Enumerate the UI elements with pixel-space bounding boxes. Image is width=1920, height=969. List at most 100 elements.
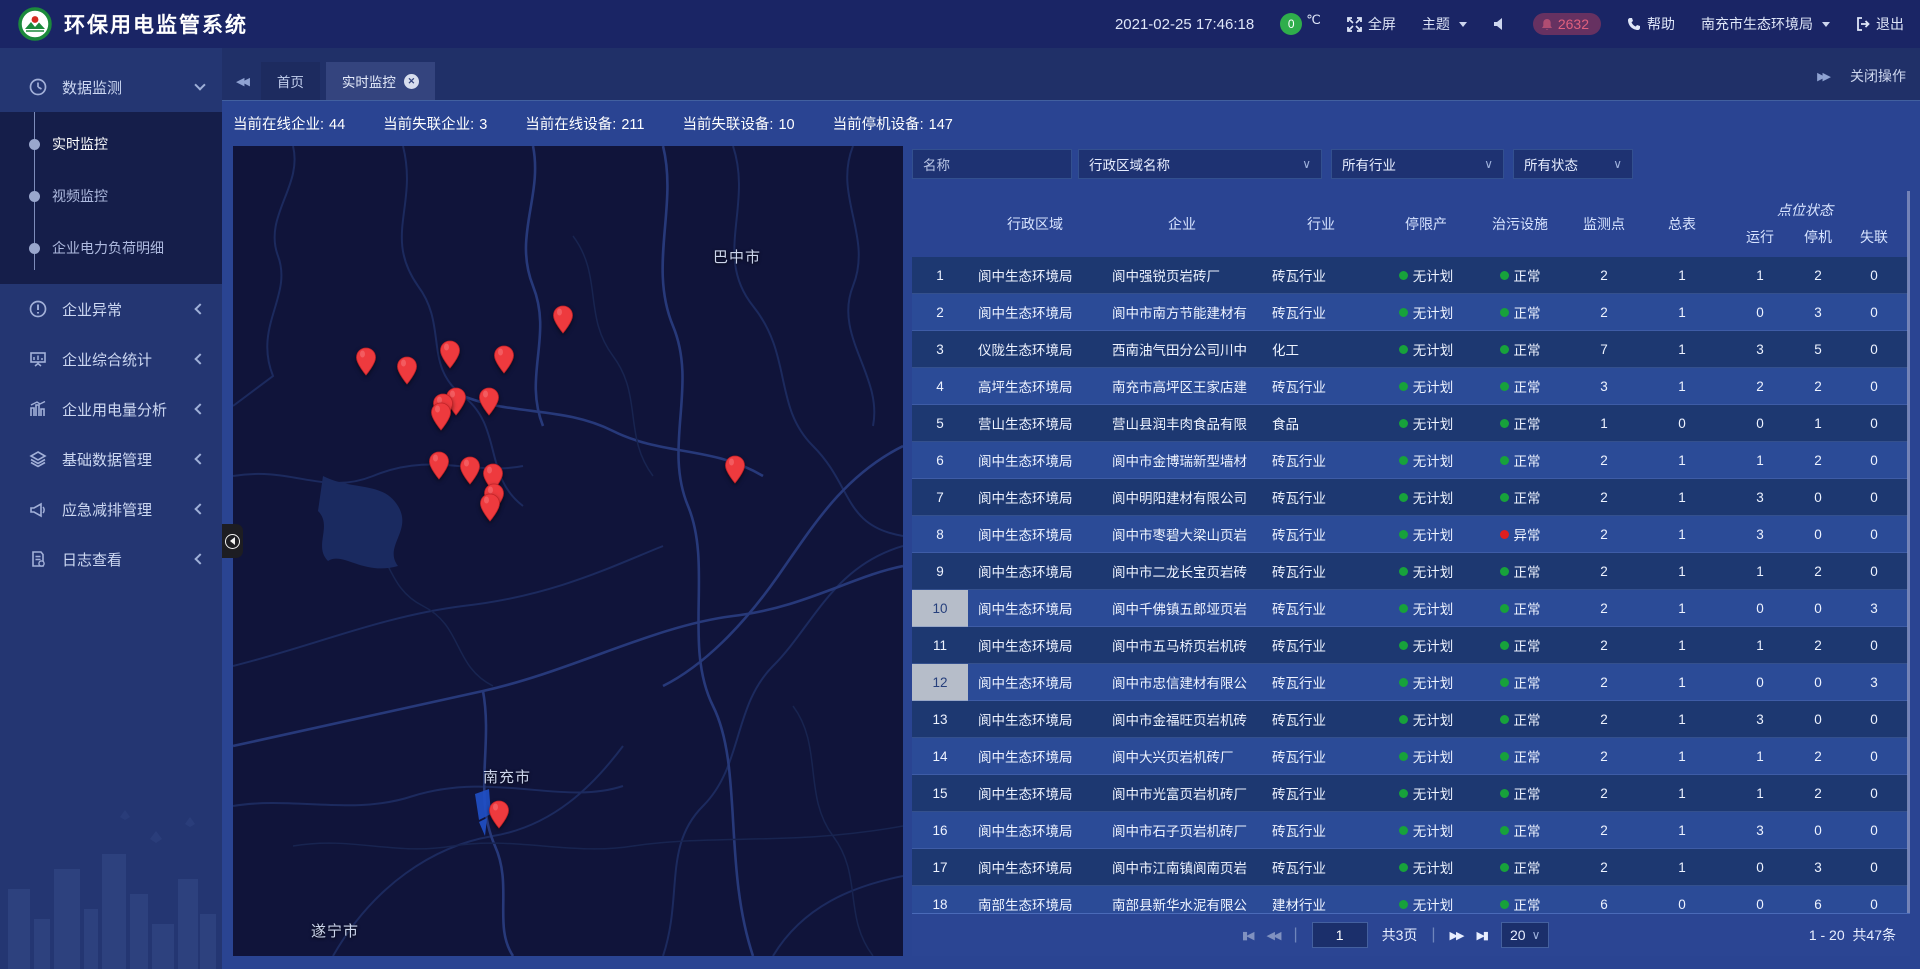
lost-cell: 3 <box>1840 664 1908 701</box>
table-row[interactable]: 1阆中生态环境局阆中强锐页岩砖厂砖瓦行业无计划正常21120 <box>912 257 1908 294</box>
map-pin-icon[interactable] <box>428 451 450 480</box>
sidebar-item-4[interactable]: 基础数据管理 <box>0 434 222 484</box>
map-collapse-handle[interactable] <box>222 524 243 558</box>
table-row[interactable]: 12阆中生态环境局阆中市忠信建材有限公砖瓦行业无计划正常21003 <box>912 664 1908 701</box>
table-row[interactable]: 3仪陇生态环境局西南油气田分公司川中化工无计划正常71350 <box>912 331 1908 368</box>
sidebar-item-2[interactable]: 企业综合统计 <box>0 334 222 384</box>
run-cell: 1 <box>1724 442 1796 479</box>
sidebar-item-5[interactable]: 应急减排管理 <box>0 484 222 534</box>
stop-cell: 2 <box>1796 368 1840 405</box>
close-operations-button[interactable]: 关闭操作 <box>1850 66 1906 86</box>
status-text: 正常 <box>1514 561 1541 581</box>
map-pin-icon[interactable] <box>439 340 461 369</box>
table-row[interactable]: 2阆中生态环境局阆中市南方节能建材有砖瓦行业无计划正常21030 <box>912 294 1908 331</box>
sidebar-item-1[interactable]: 企业异常 <box>0 284 222 334</box>
table-row[interactable]: 15阆中生态环境局阆中市光富页岩机砖厂砖瓦行业无计划正常21120 <box>912 775 1908 812</box>
map-pin-icon[interactable] <box>724 455 746 484</box>
last-page-button[interactable]: ▶▮ <box>1476 929 1487 942</box>
tab-realtime-monitor[interactable]: 实时监控 ✕ <box>326 62 435 100</box>
stat-item: 当前在线设备:211 <box>525 113 644 134</box>
map-pin-icon[interactable] <box>552 305 574 334</box>
fullscreen-button[interactable]: 全屏 <box>1347 14 1396 34</box>
row-number-cell: 18 <box>912 886 968 913</box>
org-dropdown[interactable]: 南充市生态环境局 <box>1701 14 1830 34</box>
company-cell: 阆中强锐页岩砖厂 <box>1102 257 1262 294</box>
notification-badge[interactable]: 2632 <box>1533 13 1601 35</box>
map-pin-icon[interactable] <box>459 456 481 485</box>
stop-cell: 2 <box>1796 553 1840 590</box>
table-row[interactable]: 14阆中生态环境局阆中大兴页岩机砖厂砖瓦行业无计划正常21120 <box>912 738 1908 775</box>
status-dot-green <box>1500 604 1509 613</box>
top-header: 环保用电监管系统 2021-02-25 17:46:18 0 ℃ 全屏 主题 <box>0 0 1920 48</box>
table-row[interactable]: 11阆中生态环境局阆中市五马桥页岩机砖砖瓦行业无计划正常21120 <box>912 627 1908 664</box>
points-cell: 2 <box>1568 294 1640 331</box>
sidebar-item-6[interactable]: 日志查看 <box>0 534 222 584</box>
tab-close-icon[interactable]: ✕ <box>404 74 419 89</box>
sidebar-item-3[interactable]: 企业用电量分析 <box>0 384 222 434</box>
table-scrollbar[interactable] <box>1907 191 1910 913</box>
monitor-table-panel: 名称 行政区域名称∨ 所有行业∨ 所有状态∨ 行政区域 企业 行业 停限产 治污… <box>912 146 1910 956</box>
name-search-input[interactable]: 名称 <box>912 149 1072 179</box>
region-cell: 阆中生态环境局 <box>968 590 1102 627</box>
mute-button[interactable] <box>1493 17 1507 31</box>
table-row[interactable]: 8阆中生态环境局阆中市枣碧大梁山页岩砖瓦行业无计划异常21300 <box>912 516 1908 553</box>
stats-bar: 当前在线企业:44当前失联企业:3当前在线设备:211当前失联设备:10当前停机… <box>222 101 1920 146</box>
region-cell: 阆中生态环境局 <box>968 775 1102 812</box>
first-page-button[interactable]: ▮◀ <box>1242 929 1253 942</box>
map-pin-icon[interactable] <box>396 356 418 385</box>
map-pin-icon[interactable] <box>478 387 500 416</box>
table-row[interactable]: 4高坪生态环境局南充市高坪区王家店建砖瓦行业无计划正常31220 <box>912 368 1908 405</box>
status-select[interactable]: 所有状态∨ <box>1513 149 1633 179</box>
status-text: 正常 <box>1514 598 1541 618</box>
row-number-cell: 3 <box>912 331 968 368</box>
table-row[interactable]: 17阆中生态环境局阆中市江南镇阆南页岩砖瓦行业无计划正常21030 <box>912 849 1908 886</box>
sidebar-subitem-2[interactable]: 企业电力负荷明细 <box>0 222 222 274</box>
run-cell: 3 <box>1724 331 1796 368</box>
table-row[interactable]: 16阆中生态环境局阆中市石子页岩机砖厂砖瓦行业无计划正常21300 <box>912 812 1908 849</box>
region-cell: 阆中生态环境局 <box>968 812 1102 849</box>
facility-status-cell: 正常 <box>1472 664 1568 701</box>
row-number-cell: 2 <box>912 294 968 331</box>
map-pin-icon[interactable] <box>479 493 501 522</box>
tabs-scroll-left-button[interactable]: ◀◀ <box>236 75 247 88</box>
region-select[interactable]: 行政区域名称∨ <box>1078 149 1322 179</box>
meters-cell: 1 <box>1640 294 1724 331</box>
sidebar-subitem-1[interactable]: 视频监控 <box>0 170 222 222</box>
fullscreen-icon <box>1347 17 1362 32</box>
page-number-input[interactable]: 1 <box>1312 922 1368 948</box>
status-dot-green <box>1500 752 1509 761</box>
table-row[interactable]: 10阆中生态环境局阆中千佛镇五郎垭页岩砖瓦行业无计划正常21003 <box>912 590 1908 627</box>
sidebar-item-label: 应急减排管理 <box>62 499 196 520</box>
map-pin-icon[interactable] <box>355 347 377 376</box>
sidebar-subitem-0[interactable]: 实时监控 <box>0 118 222 170</box>
table-row[interactable]: 13阆中生态环境局阆中市金福旺页岩机砖砖瓦行业无计划正常21300 <box>912 701 1908 738</box>
map-pin-icon[interactable] <box>493 345 515 374</box>
sidebar-item-label: 日志查看 <box>62 549 196 570</box>
map-pin-icon[interactable] <box>430 402 452 431</box>
table-row[interactable]: 7阆中生态环境局阆中明阳建材有限公司砖瓦行业无计划正常21300 <box>912 479 1908 516</box>
logout-button[interactable]: 退出 <box>1856 14 1904 34</box>
help-button[interactable]: 帮助 <box>1627 14 1675 34</box>
page-size-select[interactable]: 20 ∨ <box>1501 922 1549 948</box>
prev-page-button[interactable]: ◀◀ <box>1267 929 1280 942</box>
table-row[interactable]: 9阆中生态环境局阆中市二龙长宝页岩砖砖瓦行业无计划正常21120 <box>912 553 1908 590</box>
sidebar-item-0[interactable]: 数据监测 <box>0 62 222 112</box>
theme-dropdown[interactable]: 主题 <box>1422 14 1467 34</box>
industry-cell: 食品 <box>1262 405 1380 442</box>
industry-cell: 化工 <box>1262 331 1380 368</box>
tab-home[interactable]: 首页 <box>261 62 320 100</box>
industry-select[interactable]: 所有行业∨ <box>1331 149 1504 179</box>
tabs-scroll-right-button[interactable]: ▶▶ <box>1817 70 1828 83</box>
status-dot-green <box>1500 493 1509 502</box>
status-dot-green <box>1399 641 1408 650</box>
table-row[interactable]: 6阆中生态环境局阆中市金博瑞新型墙材砖瓦行业无计划正常21120 <box>912 442 1908 479</box>
next-page-button[interactable]: ▶▶ <box>1450 929 1463 942</box>
region-cell: 阆中生态环境局 <box>968 257 1102 294</box>
points-cell: 2 <box>1568 812 1640 849</box>
app-logo-icon <box>18 7 52 41</box>
table-row[interactable]: 18南部生态环境局南部县新华水泥有限公建材行业无计划正常60060 <box>912 886 1908 913</box>
map-pin-icon[interactable] <box>488 800 510 829</box>
table-row[interactable]: 5营山生态环境局营山县润丰肉食品有限食品无计划正常10010 <box>912 405 1908 442</box>
region-cell: 高坪生态环境局 <box>968 368 1102 405</box>
map-panel[interactable]: 巴中市南充市遂宁市 <box>233 146 903 956</box>
